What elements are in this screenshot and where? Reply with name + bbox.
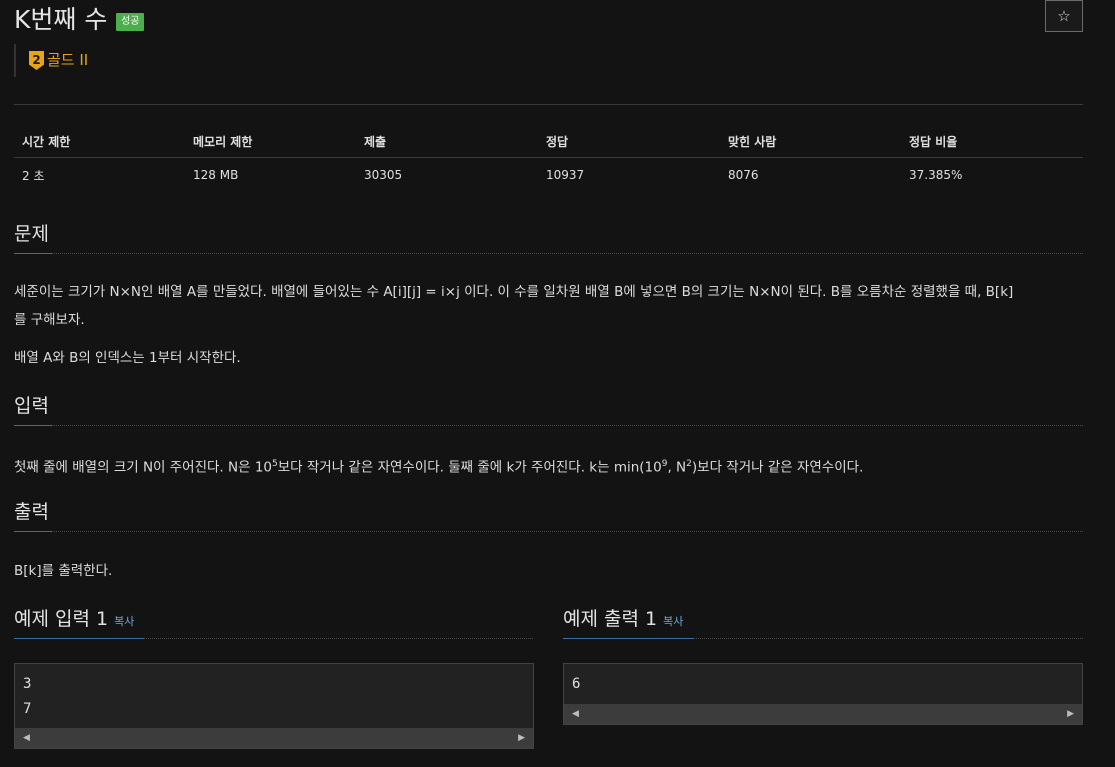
gold-tier-icon: 2 <box>29 51 44 70</box>
submissions-value[interactable]: 30305 <box>356 158 538 193</box>
sample-output-heading: 예제 출력 1 복사 <box>563 606 683 635</box>
description-heading: 문제 <box>14 223 49 245</box>
sample-input-line: 3 <box>23 676 32 692</box>
input-text-part-3: , N <box>667 459 687 476</box>
sample-output-underline <box>563 638 693 639</box>
input-text-part-4: )보다 작거나 같은 자연수이다. <box>691 459 864 476</box>
input-description: 첫째 줄에 배열의 크기 N이 주어진다. N은 105보다 작거나 같은 자연… <box>14 450 863 482</box>
sample-output-box[interactable]: 6 ◀ ▶ <box>563 663 1083 725</box>
output-description: B[k]를 출력한다. <box>14 563 113 579</box>
divider <box>14 104 1083 105</box>
time-limit-value: 2 초 <box>22 168 45 183</box>
copy-input-button[interactable]: 복사 <box>114 615 134 628</box>
header-solved-users: 맞힌 사람 <box>720 125 901 158</box>
section-divider <box>52 531 1083 532</box>
sample-output-title: 예제 출력 1 <box>563 608 658 630</box>
tier-label[interactable]: 골드 II <box>47 44 88 76</box>
status-badge: 성공 <box>116 13 145 31</box>
table-header-row: 시간 제한 메모리 제한 제출 정답 맞힌 사람 정답 비율 <box>14 125 1083 158</box>
header-accept-ratio: 정답 비율 <box>901 125 1083 158</box>
copy-output-button[interactable]: 복사 <box>663 615 683 628</box>
description-line-3: 배열 A와 B의 인덱스는 1부터 시작한다. <box>14 350 241 366</box>
tier-block: 2 골드 II <box>14 44 88 77</box>
solved-users-value[interactable]: 8076 <box>720 158 901 193</box>
section-divider <box>144 638 533 639</box>
scroll-right-arrow-icon[interactable]: ▶ <box>1067 704 1074 724</box>
sample-input-heading: 예제 입력 1 복사 <box>14 606 134 635</box>
sample-input-underline <box>14 638 144 639</box>
scroll-right-arrow-icon[interactable]: ▶ <box>518 728 525 748</box>
input-heading-underline <box>14 425 52 426</box>
header-accepted: 정답 <box>538 125 720 158</box>
horizontal-scrollbar[interactable]: ◀ ▶ <box>564 704 1082 724</box>
star-button[interactable]: ☆ <box>1045 0 1083 32</box>
accept-ratio-value: 37.385% <box>909 168 963 182</box>
sample-input-title: 예제 입력 1 <box>14 608 109 630</box>
description-line-2: 를 구해보자. <box>14 312 85 328</box>
scroll-left-arrow-icon[interactable]: ◀ <box>23 728 30 748</box>
horizontal-scrollbar[interactable]: ◀ ▶ <box>15 728 533 748</box>
input-text-part-2: 보다 작거나 같은 자연수이다. 둘째 줄에 k가 주어진다. k는 min(1… <box>277 459 662 476</box>
memory-limit-value: 128 MB <box>193 168 239 182</box>
section-divider <box>52 253 1083 254</box>
sample-output-line: 6 <box>572 676 581 692</box>
accepted-value[interactable]: 10937 <box>538 158 720 193</box>
input-heading: 입력 <box>14 395 49 417</box>
output-heading: 출력 <box>14 501 49 523</box>
input-text-part-1: 첫째 줄에 배열의 크기 N이 주어진다. N은 10 <box>14 459 273 476</box>
page-title: K번째 수 <box>14 5 108 34</box>
description-line-1: 세준이는 크기가 N×N인 배열 A를 만들었다. 배열에 들어있는 수 A[i… <box>14 284 1014 300</box>
scroll-left-arrow-icon[interactable]: ◀ <box>572 704 579 724</box>
header-memory-limit: 메모리 제한 <box>185 125 356 158</box>
sample-input-box[interactable]: 3 7 ◀ ▶ <box>14 663 534 749</box>
table-row: 2 초 128 MB 30305 10937 8076 37.385% <box>14 158 1083 193</box>
section-divider <box>693 638 1083 639</box>
star-icon: ☆ <box>1057 7 1071 25</box>
sample-input-line: 7 <box>23 701 32 717</box>
header-submissions: 제출 <box>356 125 538 158</box>
header-time-limit: 시간 제한 <box>14 125 185 158</box>
description-heading-underline <box>14 253 52 254</box>
output-heading-underline <box>14 531 52 532</box>
section-divider <box>52 425 1083 426</box>
problem-info-table: 시간 제한 메모리 제한 제출 정답 맞힌 사람 정답 비율 2 초 128 M… <box>14 125 1083 192</box>
